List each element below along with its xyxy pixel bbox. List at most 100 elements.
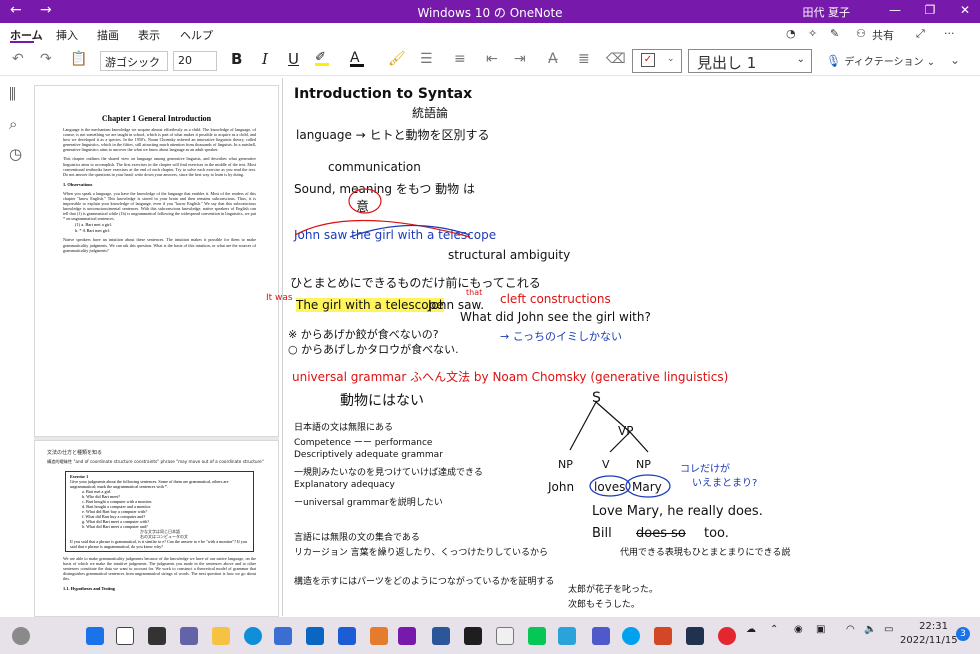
mail-icon[interactable] — [306, 627, 324, 645]
indent-icon[interactable]: ⇥ — [514, 51, 526, 67]
taro-sentence-1: 太郎が花子を叱った。 — [568, 585, 659, 595]
that-label: that — [466, 288, 483, 297]
left-rail: ⫼ ⌕ ◷ — [0, 77, 34, 617]
onedrive-icon[interactable]: ☁ — [746, 624, 756, 635]
powerpoint-icon[interactable] — [654, 627, 672, 645]
paragraph-2: This chapter outlines the shared view on… — [63, 156, 256, 177]
typed-note-4: 一規則みたいなのを見つけていけば達成できる — [294, 468, 483, 478]
tab-help[interactable]: ヘルプ — [180, 27, 213, 43]
format-painter-icon[interactable]: 🖌 — [388, 51, 406, 67]
love-mary-sentence: Love Mary, he really does. — [592, 504, 763, 519]
notification-badge[interactable]: 3 — [956, 627, 970, 641]
font-color-icon[interactable]: A — [350, 50, 364, 67]
maximize-button[interactable]: ❐ — [915, 3, 945, 17]
start-icon[interactable] — [86, 627, 104, 645]
search-icon[interactable]: ⌕ — [9, 115, 17, 133]
pause-app-icon[interactable] — [338, 627, 356, 645]
font-size-field[interactable]: 20 — [173, 51, 217, 71]
notification-icon[interactable]: ◔ — [786, 27, 796, 40]
font-name-field[interactable]: 游ゴシック — [100, 51, 168, 71]
lightbulb-icon[interactable]: ✧ — [808, 27, 817, 40]
tray-app-icon[interactable]: ◉ — [794, 624, 803, 635]
exercise-intro: Give your judgments about the following … — [70, 479, 229, 489]
style-dropdown[interactable]: 見出し 1 ⌄ — [688, 49, 812, 73]
highlighter-icon[interactable]: ✐ — [315, 50, 329, 66]
line-icon[interactable] — [528, 627, 546, 645]
speaker-icon[interactable]: 🔈 — [864, 624, 876, 635]
chevron-down-icon: ⌄ — [667, 54, 675, 64]
typed-note-9: 構造を示すにはパーツをどのようにつながっているかを証明する — [294, 577, 555, 587]
terminal-icon[interactable] — [464, 627, 482, 645]
battery-icon[interactable]: ▭ — [884, 624, 893, 635]
tab-view[interactable]: 表示 — [138, 27, 160, 43]
chat-icon[interactable] — [180, 627, 198, 645]
sky-app-icon[interactable] — [558, 627, 576, 645]
style-label: 見出し 1 — [697, 54, 757, 72]
user-name[interactable]: 田代 夏子 — [803, 4, 851, 20]
red-app-icon[interactable] — [718, 627, 736, 645]
ambiguity-arcs — [294, 188, 471, 238]
expand-icon[interactable]: ⤢ — [916, 27, 925, 41]
outdent-icon[interactable]: ⇤ — [486, 51, 498, 67]
tree-vp-node: VP — [618, 424, 634, 438]
clipboard-icon[interactable]: 📋 — [70, 51, 87, 67]
tab-draw[interactable]: 描画 — [97, 27, 119, 43]
undo-icon[interactable]: ↶ — [12, 51, 24, 67]
close-button[interactable]: ✕ — [950, 3, 980, 17]
bullets-icon[interactable]: ☰ — [420, 51, 433, 67]
share-icon[interactable]: ⚇ — [856, 27, 866, 40]
tray-app-icon[interactable]: ▣ — [816, 624, 825, 635]
kore-note: コレだけが — [680, 464, 730, 475]
italic-button[interactable]: I — [262, 50, 268, 68]
minimize-button[interactable]: — — [880, 3, 910, 17]
chevron-up-icon[interactable]: ⌃ — [770, 624, 778, 635]
task-view-icon[interactable] — [148, 627, 166, 645]
cleft-constructions-label: cleft constructions — [500, 292, 611, 306]
recent-clock-icon[interactable]: ◷ — [9, 145, 22, 163]
tree-v-node: V — [602, 458, 610, 471]
skype-icon[interactable] — [622, 627, 640, 645]
bold-button[interactable]: B — [231, 50, 242, 68]
collapse-ribbon-icon[interactable]: ⌄ — [950, 53, 960, 67]
notebooks-icon[interactable]: ⫼ — [9, 85, 16, 103]
underline-button[interactable]: U — [288, 50, 299, 68]
search-icon[interactable] — [116, 627, 134, 645]
clear-format-icon[interactable]: A̶ — [548, 51, 558, 67]
store-icon[interactable] — [274, 627, 292, 645]
more-options-icon[interactable]: ··· — [944, 27, 955, 40]
redo-icon[interactable]: ↷ — [40, 51, 52, 67]
onenote-icon[interactable] — [398, 627, 416, 645]
example-1b: b. * A Bart met girl. — [75, 228, 110, 234]
girl-telescope-phrase: The girl with a telescope — [296, 298, 444, 312]
tag-dropdown[interactable]: ✓ ⌄ — [632, 49, 682, 73]
clock-date[interactable]: 2022/11/15 — [900, 635, 958, 646]
tab-insert[interactable]: 挿入 — [56, 27, 78, 43]
printout-page-2: 文法の仕方と種類を知る 構造的曖昧性 "and of coordinate st… — [34, 440, 279, 617]
dictate-button[interactable]: 🎙 ディクテーション ⌄ — [826, 53, 935, 68]
communication-label: communication — [328, 160, 421, 174]
chevron-down-icon: ⌄ — [796, 54, 805, 65]
tree-np-node: NP — [636, 458, 651, 471]
clock-time[interactable]: 22:31 — [904, 621, 948, 632]
typed-note-6: ーuniversal grammarを説明したい — [294, 498, 443, 508]
numbering-icon[interactable]: ≡ — [454, 51, 466, 67]
notes-title: Introduction to Syntax — [294, 86, 473, 102]
paragraph-1: Language is the mechanism knowledge we a… — [63, 127, 256, 153]
wifi-icon[interactable]: ◠ — [846, 624, 855, 635]
too-word: too. — [704, 526, 729, 541]
cube-app-icon[interactable] — [686, 627, 704, 645]
word-icon[interactable] — [432, 627, 450, 645]
file-explorer-icon[interactable] — [212, 627, 230, 645]
align-icon[interactable]: ≣ — [578, 51, 590, 67]
share-button[interactable]: 共有 — [872, 27, 894, 43]
eraser-icon[interactable]: ⌫ — [606, 51, 626, 67]
teams-icon[interactable] — [592, 627, 610, 645]
exercise-box: Exercise 1 Give your judgments about the… — [65, 471, 254, 552]
window-icon[interactable] — [496, 627, 514, 645]
pen-icon[interactable]: ✎ — [830, 27, 839, 40]
microphone-icon: 🎙 — [826, 54, 842, 68]
checkbox-tag-icon: ✓ — [641, 53, 655, 67]
edge-icon[interactable] — [244, 627, 262, 645]
weather-icon[interactable] — [12, 627, 30, 645]
m-app-icon[interactable] — [370, 627, 388, 645]
